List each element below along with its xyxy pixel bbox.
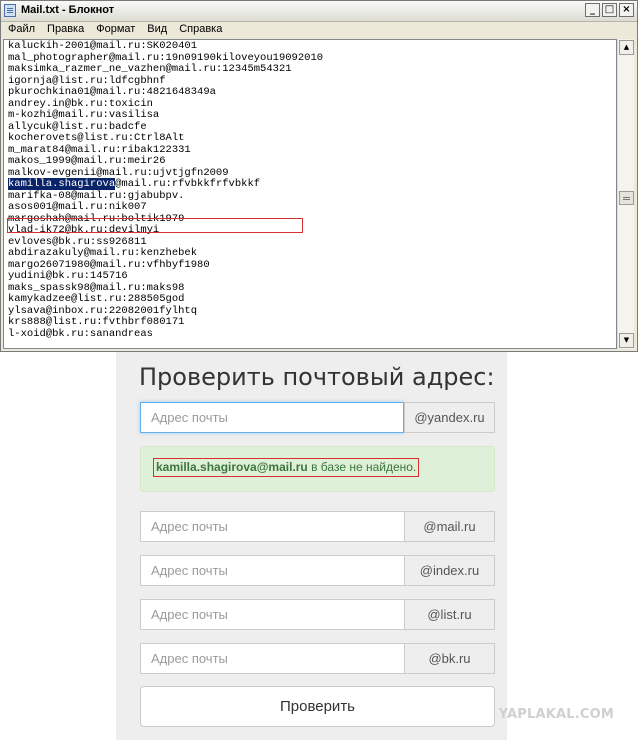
maximize-button[interactable]: □ <box>602 3 617 17</box>
text-lines: kaluckih-2001@mail.ru:SK020401 mal_photog… <box>8 40 323 340</box>
domain-addon-mail: @mail.ru <box>404 511 495 542</box>
menu-format[interactable]: Формат <box>89 22 140 38</box>
email-input-list[interactable] <box>140 599 404 630</box>
email-checker-panel: Проверить почтовый адрес: @yandex.ru kam… <box>116 352 507 740</box>
text-line: makos_1999@mail.ru:meir26 <box>8 155 166 167</box>
field-group-bk: @bk.ru <box>140 643 495 674</box>
text-line: kamykadzee@list.ru:288505god <box>8 293 185 305</box>
text-line-selected: kamilla.shagirova@mail.ru:rfvbkkfrfvbkkf <box>8 178 323 191</box>
scroll-down-button[interactable]: ▼ <box>619 333 634 348</box>
window-controls: _ □ × <box>585 3 634 17</box>
text-line: pkurochkina01@mail.ru:4821648349a <box>8 86 216 98</box>
menu-help[interactable]: Справка <box>172 22 227 38</box>
minimize-button[interactable]: _ <box>585 3 600 17</box>
text-line: asos001@mail.ru:nik007 <box>8 201 147 213</box>
title-bar[interactable]: Mail.txt - Блокнот _ □ × <box>1 1 637 22</box>
site-watermark: YAPLAKAL.COM <box>498 707 614 722</box>
email-input-mail[interactable] <box>140 511 404 542</box>
domain-addon-list: @list.ru <box>404 599 495 630</box>
text-line: krs888@list.ru:fvthbrf080171 <box>8 316 185 328</box>
selected-line-rest: @mail.ru:rfvbkkfrfvbkkf <box>115 178 261 190</box>
domain-addon-yandex: @yandex.ru <box>404 402 495 433</box>
check-button[interactable]: Проверить <box>140 686 495 727</box>
field-group-mail: @mail.ru <box>140 511 495 542</box>
text-line: l-xoid@bk.ru:sanandreas <box>8 327 153 340</box>
notepad-window: Mail.txt - Блокнот _ □ × Файл Правка Фор… <box>0 0 638 352</box>
text-line: m-kozhi@mail.ru:vasilisa <box>8 109 160 121</box>
scroll-up-button[interactable]: ▲ <box>619 40 634 55</box>
menu-edit[interactable]: Правка <box>40 22 89 38</box>
selected-text: kamilla.shagirova <box>8 178 116 190</box>
text-line: abdirazakuly@mail.ru:kenzhebek <box>8 247 198 259</box>
result-alert: kamilla.shagirova@mail.ru в базе не найд… <box>140 446 495 492</box>
text-line: kaluckih-2001@mail.ru:SK020401 <box>8 40 198 52</box>
vertical-scrollbar[interactable]: ▲ ▼ <box>617 39 634 349</box>
page-title: Проверить почтовый адрес: <box>139 363 495 391</box>
field-group-yandex: @yandex.ru <box>140 402 495 433</box>
text-area[interactable]: kaluckih-2001@mail.ru:SK020401 mal_photog… <box>3 39 617 349</box>
scroll-thumb[interactable] <box>619 191 634 205</box>
result-email: kamilla.shagirova@mail.ru <box>156 460 308 474</box>
menu-view[interactable]: Вид <box>140 22 172 38</box>
menu-file[interactable]: Файл <box>1 22 40 38</box>
close-button[interactable]: × <box>619 3 634 17</box>
result-text: в базе не найдено. <box>307 460 417 474</box>
domain-addon-index: @index.ru <box>404 555 495 586</box>
domain-addon-bk: @bk.ru <box>404 643 495 674</box>
text-line: kocherovets@list.ru:Ctrl8Alt <box>8 132 185 144</box>
annotation-box <box>7 218 303 233</box>
field-group-index: @index.ru <box>140 555 495 586</box>
email-input-index[interactable] <box>140 555 404 586</box>
email-input-bk[interactable] <box>140 643 404 674</box>
window-title: Mail.txt - Блокнот <box>21 4 115 16</box>
text-line: yudini@bk.ru:145716 <box>8 270 128 282</box>
field-group-list: @list.ru <box>140 599 495 630</box>
text-line: maksimka_razmer_ne_vazhen@mail.ru:12345m… <box>8 63 292 75</box>
notepad-icon <box>4 4 16 17</box>
result-message: kamilla.shagirova@mail.ru в базе не найд… <box>153 458 420 477</box>
menu-bar: Файл Правка Формат Вид Справка <box>1 22 637 38</box>
email-input-yandex[interactable] <box>140 402 404 433</box>
